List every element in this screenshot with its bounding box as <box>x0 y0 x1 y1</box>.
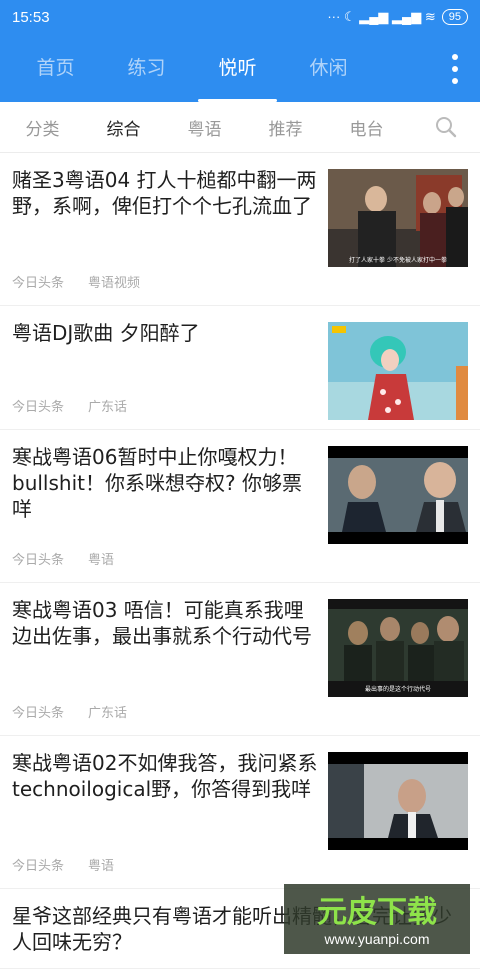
list-item[interactable]: 寒战粤语03 唔信！可能真系我哩边出佐事，最出事就系个行动代号 今日头条广东话 … <box>0 583 480 736</box>
tab-home[interactable]: 首页 <box>10 34 101 102</box>
subtab-recommend[interactable]: 推荐 <box>245 115 326 140</box>
item-title: 寒战粤语06暂时中止你嘎权力！bullshit！你系咪想夺权? 你够票咩 <box>12 444 318 522</box>
signal-icons: ··· ☾ ▂▄▆ ▂▄▆ ≋ <box>327 9 435 25</box>
thumbnail-caption: 最出事的是这个行动代号 <box>365 685 431 693</box>
item-tag: 粤语 <box>88 859 114 874</box>
item-tag: 广东话 <box>88 400 127 415</box>
video-thumbnail[interactable]: 打了人家十拳 少不免被人家打中一拳 <box>328 169 468 267</box>
item-title: 粤语DJ歌曲 夕阳醉了 <box>12 320 318 346</box>
item-source: 今日头条 <box>12 859 64 874</box>
item-title: 寒战粤语03 唔信！可能真系我哩边出佐事，最出事就系个行动代号 <box>12 597 318 649</box>
subtab-radio[interactable]: 电台 <box>326 115 407 140</box>
tab-practice[interactable]: 练习 <box>101 34 192 102</box>
item-source: 今日头条 <box>12 400 64 415</box>
thumbnail-caption: 打了人家十拳 少不免被人家打中一拳 <box>349 256 447 264</box>
list-item[interactable]: 赌圣3粤语04 打人十槌都中翻一两野，系啊，俾佢打个个七孔流血了 今日头条 粤语视… <box>0 153 480 306</box>
watermark-brand: 元皮下载 <box>317 895 437 930</box>
list-item[interactable]: 寒战粤语06暂时中止你嘎权力！bullshit！你系咪想夺权? 你够票咩 今日头… <box>0 430 480 583</box>
status-time: 15:53 <box>12 9 327 26</box>
video-thumbnail[interactable] <box>328 752 468 850</box>
tab-leisure[interactable]: 休闲 <box>283 34 374 102</box>
video-thumbnail[interactable] <box>328 322 468 420</box>
item-tag: 广东话 <box>88 706 127 721</box>
battery-icon: 95 <box>442 9 468 25</box>
item-source: 今日头条 <box>12 276 64 291</box>
more-menu-icon[interactable] <box>450 54 460 84</box>
status-bar: 15:53 ··· ☾ ▂▄▆ ▂▄▆ ≋ 95 <box>0 0 480 34</box>
list-item[interactable]: 寒战粤语02不如俾我答，我问紧系technoilogical野，你答得到我咩 今… <box>0 736 480 889</box>
list-item[interactable]: 粤语DJ歌曲 夕阳醉了 今日头条 广东话 <box>0 306 480 430</box>
status-icons: ··· ☾ ▂▄▆ ▂▄▆ ≋ 95 <box>327 9 468 25</box>
item-tag: 粤语视频 <box>88 276 140 291</box>
tab-listen[interactable]: 悦听 <box>192 34 283 102</box>
item-source: 今日头条 <box>12 706 64 721</box>
item-tag: 粤语 <box>88 553 114 568</box>
item-title: 寒战粤语02不如俾我答，我问紧系technoilogical野，你答得到我咩 <box>12 750 318 802</box>
item-source: 今日头条 <box>12 553 64 568</box>
video-list: 赌圣3粤语04 打人十槌都中翻一两野，系啊，俾佢打个个七孔流血了 今日头条 粤语视… <box>0 153 480 969</box>
item-title: 赌圣3粤语04 打人十槌都中翻一两野，系啊，俾佢打个个七孔流血了 <box>12 167 318 219</box>
video-thumbnail[interactable]: 最出事的是这个行动代号 <box>328 599 468 697</box>
subtab-category[interactable]: 分类 <box>2 115 83 140</box>
main-tab-bar: 首页 练习 悦听 休闲 <box>0 34 480 102</box>
subtab-overall[interactable]: 综合 <box>83 115 164 140</box>
sub-tab-bar: 分类 综合 粤语 推荐 电台 <box>0 102 480 153</box>
video-thumbnail[interactable] <box>328 446 468 544</box>
watermark-logo: 元皮下载 www.yuanpi.com <box>284 884 470 954</box>
subtab-cantonese[interactable]: 粤语 <box>164 115 245 140</box>
search-icon[interactable] <box>434 115 458 139</box>
watermark-url: www.yuanpi.com <box>323 931 429 947</box>
